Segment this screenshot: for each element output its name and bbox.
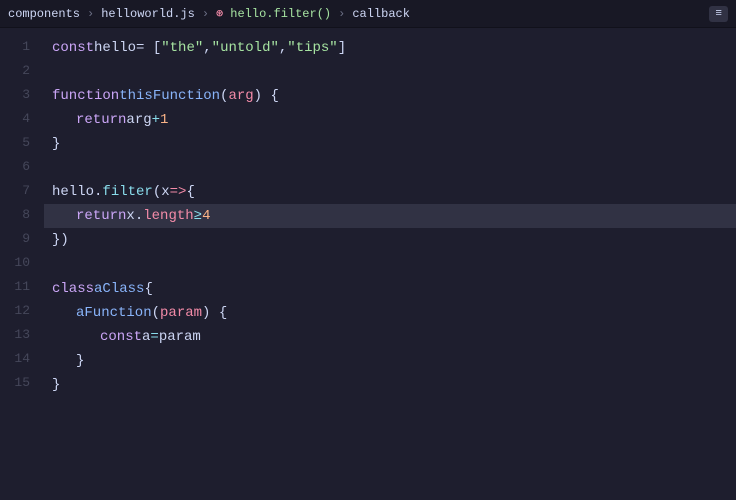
- breadcrumb-method[interactable]: hello.filter(): [230, 7, 331, 21]
- code-line-6: [44, 156, 736, 180]
- breadcrumb-file[interactable]: helloworld.js: [101, 7, 195, 21]
- code-content[interactable]: const hello = ["the", "untold", "tips"] f…: [40, 28, 736, 500]
- code-editor: 123456789101112131415 const hello = ["th…: [0, 28, 736, 500]
- code-line-9: }): [44, 228, 736, 252]
- breadcrumb-components[interactable]: components: [8, 7, 80, 21]
- code-line-7: hello.filter(x => {: [44, 180, 736, 204]
- code-line-5: }: [44, 132, 736, 156]
- breadcrumb-callback: callback: [352, 7, 410, 21]
- code-line-4: return arg + 1: [44, 108, 736, 132]
- tab-bar: components › helloworld.js › ⊛ hello.fil…: [0, 0, 736, 28]
- code-line-10: [44, 253, 736, 277]
- code-line-15: }: [44, 373, 736, 397]
- code-line-1: const hello = ["the", "untold", "tips"]: [44, 36, 736, 60]
- filter-icon: ⊛: [216, 6, 223, 21]
- code-line-13: const a = param: [44, 325, 736, 349]
- code-line-14: }: [44, 349, 736, 373]
- code-line-2: [44, 60, 736, 84]
- line-numbers: 123456789101112131415: [0, 28, 40, 500]
- code-line-8: return x.length ≥ 4: [44, 204, 736, 228]
- code-line-12: aFunction(param) {: [44, 301, 736, 325]
- code-line-3: function thisFunction(arg) {: [44, 84, 736, 108]
- menu-icon[interactable]: ≡: [709, 6, 728, 22]
- code-line-11: class aClass {: [44, 277, 736, 301]
